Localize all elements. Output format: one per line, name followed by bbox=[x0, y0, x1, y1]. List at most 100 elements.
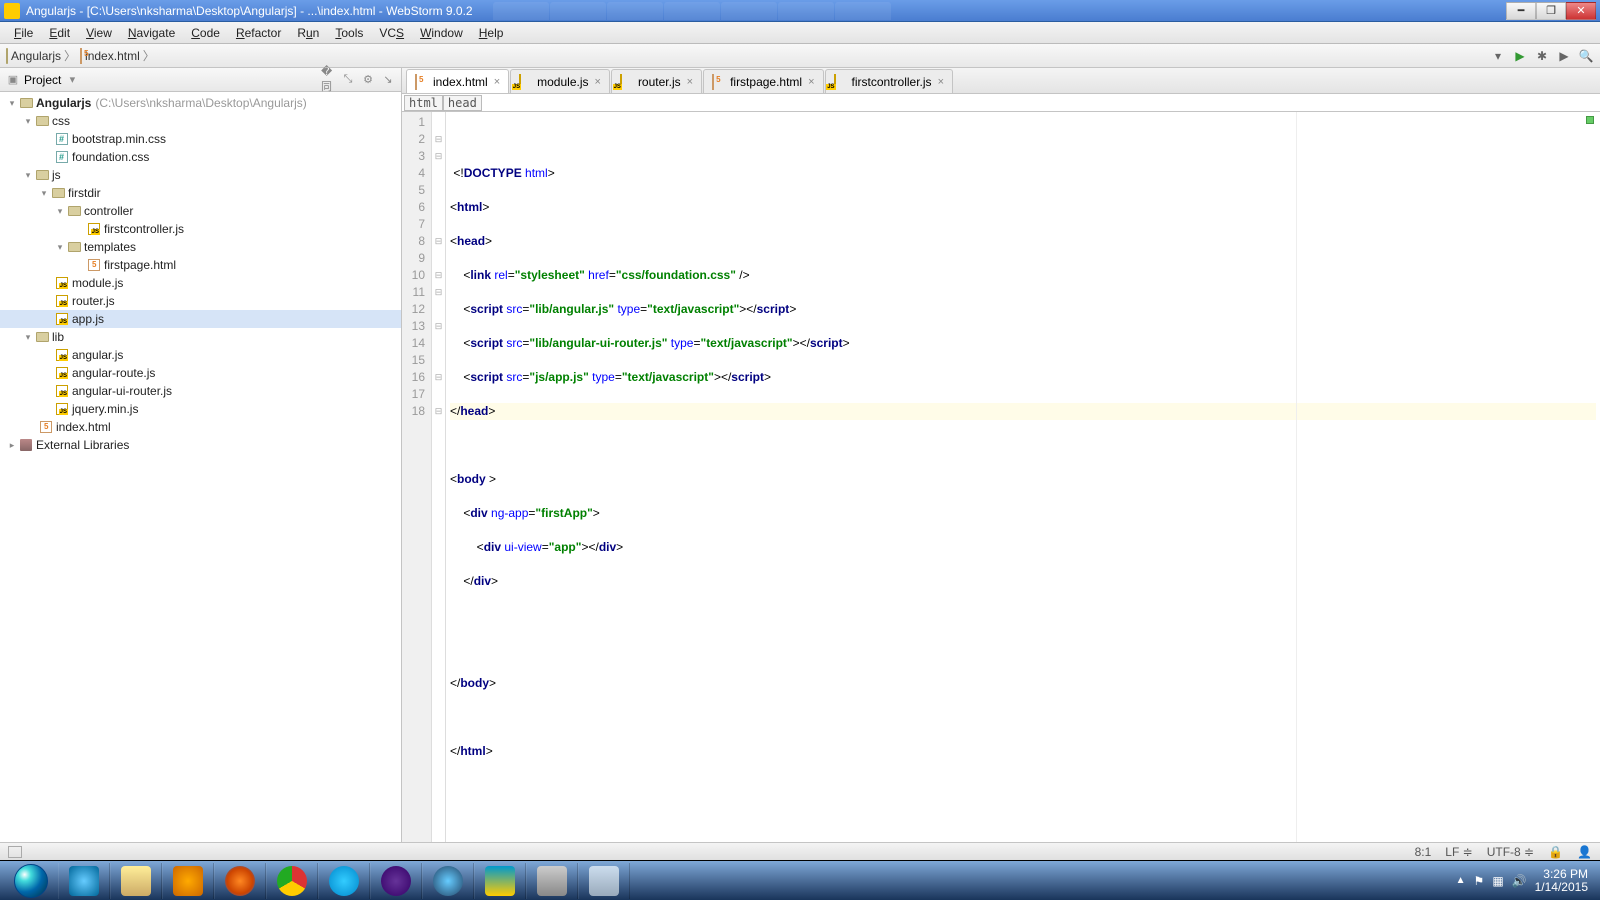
menu-tools[interactable]: Tools bbox=[327, 24, 371, 42]
tray-network-icon[interactable]: ▦ bbox=[1492, 874, 1503, 888]
tool-window-toggle-icon[interactable] bbox=[8, 846, 22, 858]
project-tree[interactable]: ▾Angularjs(C:\Users\nksharma\Desktop\Ang… bbox=[0, 92, 401, 842]
tree-folder-templates[interactable]: ▾templates bbox=[0, 238, 401, 256]
tree-file[interactable]: foundation.css bbox=[0, 148, 401, 166]
inspector-icon[interactable]: 👤 bbox=[1577, 845, 1592, 859]
scroll-to-source-icon[interactable]: �同 bbox=[321, 73, 335, 87]
tree-file[interactable]: module.js bbox=[0, 274, 401, 292]
tray-volume-icon[interactable]: 🔊 bbox=[1512, 874, 1527, 888]
taskbar-calculator[interactable] bbox=[526, 863, 578, 899]
css-file-icon bbox=[56, 133, 68, 145]
tree-file[interactable]: firstpage.html bbox=[0, 256, 401, 274]
coverage-button[interactable]: ▶ bbox=[1556, 48, 1572, 64]
tree-file[interactable]: firstcontroller.js bbox=[0, 220, 401, 238]
close-tab-icon[interactable]: × bbox=[938, 76, 944, 88]
inspection-status-icon[interactable] bbox=[1586, 116, 1594, 124]
collapse-all-icon[interactable]: ⤡ bbox=[341, 73, 355, 87]
tree-external-libraries[interactable]: ▸External Libraries bbox=[0, 436, 401, 454]
tree-file[interactable]: router.js bbox=[0, 292, 401, 310]
tree-folder-lib[interactable]: ▾lib bbox=[0, 328, 401, 346]
file-encoding[interactable]: UTF-8 ≑ bbox=[1487, 845, 1534, 859]
view-mode-dropdown-icon[interactable]: ▾ bbox=[65, 73, 79, 87]
tree-file[interactable]: angular.js bbox=[0, 346, 401, 364]
folder-icon bbox=[6, 48, 8, 64]
tree-folder-css[interactable]: ▾css bbox=[0, 112, 401, 130]
taskbar-chrome[interactable] bbox=[266, 863, 318, 899]
start-button[interactable] bbox=[4, 863, 58, 899]
system-tray[interactable]: ▲ ⚑ ▦ 🔊 3:26 PM 1/14/2015 bbox=[1448, 868, 1596, 894]
read-only-lock-icon[interactable]: 🔒 bbox=[1548, 845, 1563, 859]
tab-module-js[interactable]: module.js× bbox=[510, 69, 610, 93]
tab-firstpage-html[interactable]: firstpage.html× bbox=[703, 69, 823, 93]
windows-taskbar: ▲ ⚑ ▦ 🔊 3:26 PM 1/14/2015 bbox=[0, 860, 1600, 900]
js-file-icon bbox=[56, 385, 68, 397]
tab-firstcontroller-js[interactable]: firstcontroller.js× bbox=[825, 69, 953, 93]
menu-view[interactable]: View bbox=[78, 24, 120, 42]
tree-file[interactable]: jquery.min.js bbox=[0, 400, 401, 418]
line-separator[interactable]: LF ≑ bbox=[1445, 845, 1472, 859]
taskbar-firefox[interactable] bbox=[214, 863, 266, 899]
close-tab-icon[interactable]: × bbox=[808, 76, 814, 88]
taskbar-clock[interactable]: 3:26 PM 1/14/2015 bbox=[1535, 868, 1588, 894]
taskbar-explorer[interactable] bbox=[110, 863, 162, 899]
line-number-gutter: 123456789101112131415161718 bbox=[402, 112, 432, 842]
menu-edit[interactable]: Edit bbox=[41, 24, 78, 42]
tree-folder-js[interactable]: ▾js bbox=[0, 166, 401, 184]
tree-file[interactable]: angular-route.js bbox=[0, 364, 401, 382]
run-button[interactable]: ▶ bbox=[1512, 48, 1528, 64]
menu-file[interactable]: File bbox=[6, 24, 41, 42]
taskbar-notepad[interactable] bbox=[578, 863, 630, 899]
project-tab-label[interactable]: Project bbox=[24, 73, 61, 87]
tab-index-html[interactable]: index.html× bbox=[406, 69, 509, 93]
menu-run[interactable]: Run bbox=[289, 24, 327, 42]
tree-file-selected[interactable]: app.js bbox=[0, 310, 401, 328]
code-editor[interactable]: 123456789101112131415161718 ⊟⊟⊟⊟⊟⊟⊟⊟ <!D… bbox=[402, 112, 1600, 842]
close-tab-icon[interactable]: × bbox=[494, 76, 500, 88]
menu-navigate[interactable]: Navigate bbox=[120, 24, 183, 42]
js-file-icon bbox=[56, 403, 68, 415]
tree-folder-firstdir[interactable]: ▾firstdir bbox=[0, 184, 401, 202]
breadcrumb-root[interactable]: Angularjs 〉 bbox=[6, 47, 76, 64]
tree-folder-controller[interactable]: ▾controller bbox=[0, 202, 401, 220]
tray-overflow-icon[interactable]: ▲ bbox=[1456, 875, 1466, 886]
menu-refactor[interactable]: Refactor bbox=[228, 24, 289, 42]
html-file-icon bbox=[80, 48, 82, 64]
close-button[interactable]: ✕ bbox=[1566, 2, 1596, 20]
tree-file[interactable]: bootstrap.min.css bbox=[0, 130, 401, 148]
minimize-button[interactable]: ━ bbox=[1506, 2, 1536, 20]
taskbar-webstorm[interactable] bbox=[474, 863, 526, 899]
windows-orb-icon bbox=[14, 864, 48, 898]
maximize-button[interactable]: ❐ bbox=[1536, 2, 1566, 20]
tray-flag-icon[interactable]: ⚑ bbox=[1474, 874, 1485, 888]
tree-root[interactable]: ▾Angularjs(C:\Users\nksharma\Desktop\Ang… bbox=[0, 94, 401, 112]
tree-file-index[interactable]: index.html bbox=[0, 418, 401, 436]
tab-router-js[interactable]: router.js× bbox=[611, 69, 702, 93]
debug-button[interactable]: ✱ bbox=[1534, 48, 1550, 64]
close-tab-icon[interactable]: × bbox=[595, 76, 601, 88]
menu-code[interactable]: Code bbox=[183, 24, 228, 42]
breadcrumb-file[interactable]: index.html 〉 bbox=[80, 47, 155, 64]
js-file-icon bbox=[88, 223, 100, 235]
taskbar-eclipse[interactable] bbox=[370, 863, 422, 899]
code-breadcrumb[interactable]: htmlhead bbox=[402, 94, 1600, 112]
run-config-dropdown[interactable]: ▾ bbox=[1490, 48, 1506, 64]
library-icon bbox=[20, 439, 32, 451]
search-everywhere-icon[interactable]: 🔍 bbox=[1578, 48, 1594, 64]
code-content[interactable]: <!DOCTYPE html> <html> <head> <link rel=… bbox=[446, 112, 1600, 842]
taskbar-media-player[interactable] bbox=[162, 863, 214, 899]
menu-help[interactable]: Help bbox=[471, 24, 512, 42]
fold-column[interactable]: ⊟⊟⊟⊟⊟⊟⊟⊟ bbox=[432, 112, 446, 842]
taskbar-ie[interactable] bbox=[58, 863, 110, 899]
js-file-icon bbox=[56, 295, 68, 307]
settings-gear-icon[interactable]: ⚙ bbox=[361, 73, 375, 87]
tree-file[interactable]: angular-ui-router.js bbox=[0, 382, 401, 400]
taskbar-thunderbird[interactable] bbox=[422, 863, 474, 899]
caret-position: 8:1 bbox=[1415, 845, 1432, 859]
hide-panel-icon[interactable]: ↘ bbox=[381, 73, 395, 87]
js-file-icon bbox=[56, 313, 68, 325]
menu-window[interactable]: Window bbox=[412, 24, 471, 42]
menu-vcs[interactable]: VCS bbox=[371, 24, 412, 42]
navigation-bar: Angularjs 〉 index.html 〉 ▾ ▶ ✱ ▶ 🔍 bbox=[0, 44, 1600, 68]
close-tab-icon[interactable]: × bbox=[687, 76, 693, 88]
taskbar-skype[interactable] bbox=[318, 863, 370, 899]
